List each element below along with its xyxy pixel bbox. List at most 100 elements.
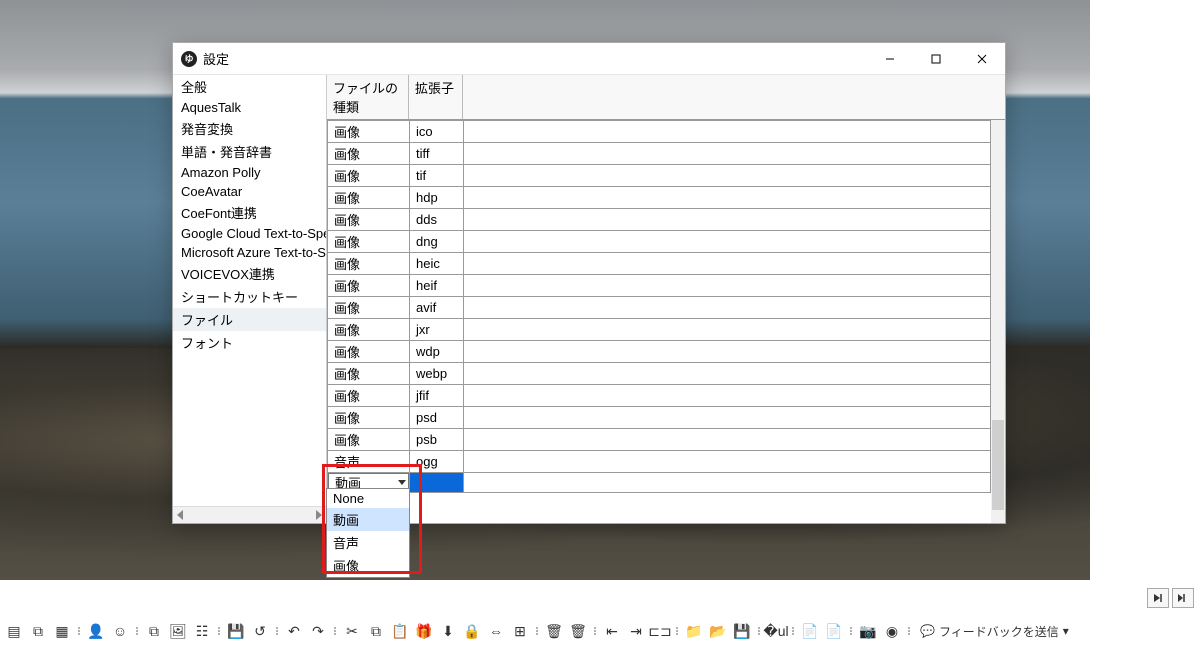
grid-icon[interactable]: ▦ (52, 621, 72, 641)
camera-icon[interactable]: 📷 (858, 621, 878, 641)
settings-slider-icon[interactable]: �ul (766, 621, 786, 641)
goto-end-icon[interactable]: ⇥ (626, 621, 646, 641)
table-row[interactable]: 画像heif (328, 275, 991, 297)
sidebar-item[interactable]: 単語・発音辞書 (173, 140, 326, 163)
sidebar-item[interactable]: CoeAvatar (173, 182, 326, 201)
table-row[interactable]: 画像avif (328, 297, 991, 319)
sidebar-item[interactable]: Google Cloud Text-to-Spee (173, 224, 326, 243)
copy-icon[interactable]: ⧉ (144, 621, 164, 641)
table-row[interactable]: 画像heic (328, 253, 991, 275)
tune-icon[interactable]: ☷ (192, 621, 212, 641)
cell-filetype[interactable]: 画像 (328, 429, 410, 451)
maximize-button[interactable] (913, 43, 959, 75)
doc2-icon[interactable]: 📄 (824, 621, 844, 641)
dropdown-option[interactable]: None (327, 489, 409, 508)
cell-extension[interactable]: heic (410, 253, 464, 275)
table-row[interactable]: 画像tiff (328, 143, 991, 165)
column-header-type[interactable]: ファイルの種類 (327, 75, 409, 119)
trash-icon[interactable]: 🗑 (544, 621, 564, 641)
cell-filetype[interactable]: 画像 (328, 187, 410, 209)
table-row[interactable]: 画像jfif (328, 385, 991, 407)
person-icon[interactable]: 👤 (86, 621, 106, 641)
scrollbar-thumb[interactable] (992, 420, 1004, 510)
cell-filetype[interactable]: 画像 (328, 385, 410, 407)
table-row[interactable]: 画像wdp (328, 341, 991, 363)
cell-extension[interactable]: dng (410, 231, 464, 253)
table-row[interactable]: 画像hdp (328, 187, 991, 209)
step-button[interactable] (1172, 588, 1194, 608)
cell-filetype[interactable]: 画像 (328, 275, 410, 297)
cell-filetype[interactable]: 画像 (328, 363, 410, 385)
titlebar[interactable]: ゆ 設定 (173, 43, 1005, 75)
image-icon[interactable]: 🖼 (168, 621, 188, 641)
cell-extension[interactable]: jfif (410, 385, 464, 407)
sidebar-item[interactable]: ファイル (173, 308, 326, 331)
play-button[interactable] (1147, 588, 1169, 608)
dropdown-option[interactable]: 画像 (327, 554, 409, 577)
sidebar-item[interactable]: ショートカットキー (173, 285, 326, 308)
dropdown-option[interactable]: 音声 (327, 531, 409, 554)
cut-icon[interactable]: ✂ (342, 621, 362, 641)
cell-extension[interactable]: dds (410, 209, 464, 231)
cell-extension[interactable]: hdp (410, 187, 464, 209)
align-left-icon[interactable]: ▤ (4, 621, 24, 641)
cell-extension[interactable]: webp (410, 363, 464, 385)
redo-icon[interactable]: ↷ (308, 621, 328, 641)
sidebar-horizontal-scrollbar[interactable] (173, 506, 326, 523)
minimize-button[interactable] (867, 43, 913, 75)
save2-icon[interactable]: 💾 (732, 621, 752, 641)
sidebar-item[interactable]: AquesTalk (173, 98, 326, 117)
sidebar-item[interactable]: Microsoft Azure Text-to-Sp (173, 243, 326, 262)
table-row[interactable]: 画像dng (328, 231, 991, 253)
cell-extension[interactable]: tiff (410, 143, 464, 165)
resize-h-icon[interactable]: ⇔ (486, 621, 506, 641)
face-icon[interactable]: ☺ (110, 621, 130, 641)
cell-filetype[interactable]: 画像 (328, 253, 410, 275)
cell-filetype[interactable]: 音声 (328, 451, 410, 473)
cell-extension[interactable]: psd (410, 407, 464, 429)
cell-extension[interactable]: avif (410, 297, 464, 319)
paste-icon[interactable]: 📋 (390, 621, 410, 641)
table-row[interactable]: 画像psb (328, 429, 991, 451)
cell-filetype[interactable]: 画像 (328, 341, 410, 363)
cell-filetype[interactable]: 画像 (328, 297, 410, 319)
lock-icon[interactable]: 🔒 (462, 621, 482, 641)
table-row[interactable]: 音声ogg (328, 451, 991, 473)
dropdown-option[interactable]: 動画 (327, 508, 409, 531)
cell-extension[interactable]: psb (410, 429, 464, 451)
save-icon[interactable]: 💾 (226, 621, 246, 641)
cell-extension[interactable]: jxr (410, 319, 464, 341)
table-row[interactable]: 画像jxr (328, 319, 991, 341)
cell-filetype[interactable]: 画像 (328, 231, 410, 253)
copy2-icon[interactable]: ⧉ (366, 621, 386, 641)
cell-extension[interactable]: wdp (410, 341, 464, 363)
sidebar-item[interactable]: VOICEVOX連携 (173, 262, 326, 285)
bounds-icon[interactable]: ⊏⊐ (650, 621, 670, 641)
cell-extension-editing[interactable] (410, 473, 464, 493)
sidebar-item[interactable]: 全般 (173, 75, 326, 98)
table-row[interactable]: 画像tif (328, 165, 991, 187)
sidebar-item[interactable]: 発音変換 (173, 117, 326, 140)
goto-start-icon[interactable]: ⇤ (602, 621, 622, 641)
table-icon[interactable]: ⊞ (510, 621, 530, 641)
folder-open-icon[interactable]: 📂 (708, 621, 728, 641)
vertical-scrollbar[interactable] (991, 120, 1005, 523)
cell-filetype[interactable]: 画像 (328, 143, 410, 165)
cell-filetype[interactable]: 画像 (328, 121, 410, 143)
trash-all-icon[interactable]: 🗑 (568, 621, 588, 641)
filetype-dropdown-list[interactable]: None動画音声画像 (326, 488, 410, 578)
cell-filetype[interactable]: 画像 (328, 165, 410, 187)
sidebar-item[interactable]: Amazon Polly (173, 163, 326, 182)
record-icon[interactable]: ◉ (882, 621, 902, 641)
table-row-editing[interactable]: 動画 (328, 473, 991, 493)
table-row[interactable]: 画像webp (328, 363, 991, 385)
folder-icon[interactable]: 📁 (684, 621, 704, 641)
person-add-icon[interactable]: ⧉ (28, 621, 48, 641)
table-row[interactable]: 画像psd (328, 407, 991, 429)
sidebar-item[interactable]: フォント (173, 331, 326, 354)
cell-extension[interactable]: tif (410, 165, 464, 187)
doc1-icon[interactable]: 📄 (800, 621, 820, 641)
cell-filetype[interactable]: 画像 (328, 209, 410, 231)
cell-extension[interactable]: ogg (410, 451, 464, 473)
cell-filetype[interactable]: 画像 (328, 319, 410, 341)
